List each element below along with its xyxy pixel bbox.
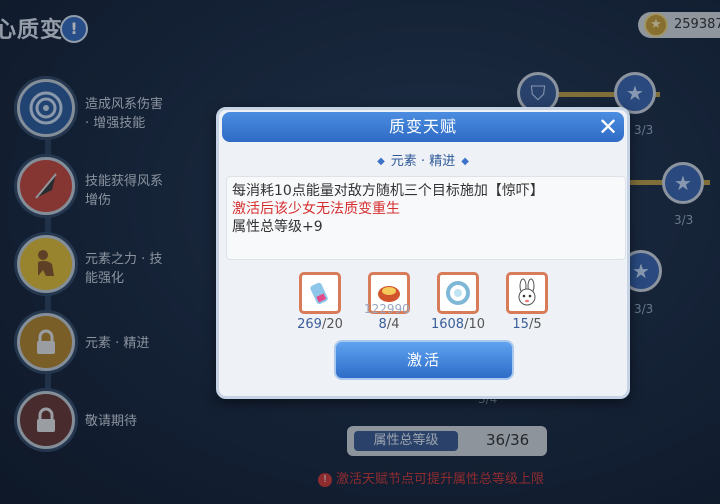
item-overflow-count: 122990 [364, 302, 410, 316]
item-count: 269/20 [297, 317, 343, 332]
dialog-subtitle: ◆ 元素 · 精进 ◆ [377, 154, 469, 169]
activate-button[interactable]: 激活 [334, 340, 514, 380]
item-count: 1608/10 [430, 317, 485, 332]
ring-item-icon[interactable] [437, 272, 479, 314]
dialog-title: 质变天赋 [388, 117, 457, 136]
close-icon[interactable]: ✕ [596, 115, 620, 139]
item-count: 8/4 [378, 317, 400, 332]
description-line-3: 属性总等级+9 [232, 219, 323, 235]
bunny-item-icon[interactable] [506, 272, 548, 314]
scroll-item-icon[interactable] [299, 272, 341, 314]
description-line-1: 每消耗10点能量对敌方随机三个目标施加【惊吓】 [232, 183, 544, 199]
item-count: 15/5 [512, 317, 542, 332]
description-line-2: 激活后该少女无法质变重生 [232, 201, 400, 217]
